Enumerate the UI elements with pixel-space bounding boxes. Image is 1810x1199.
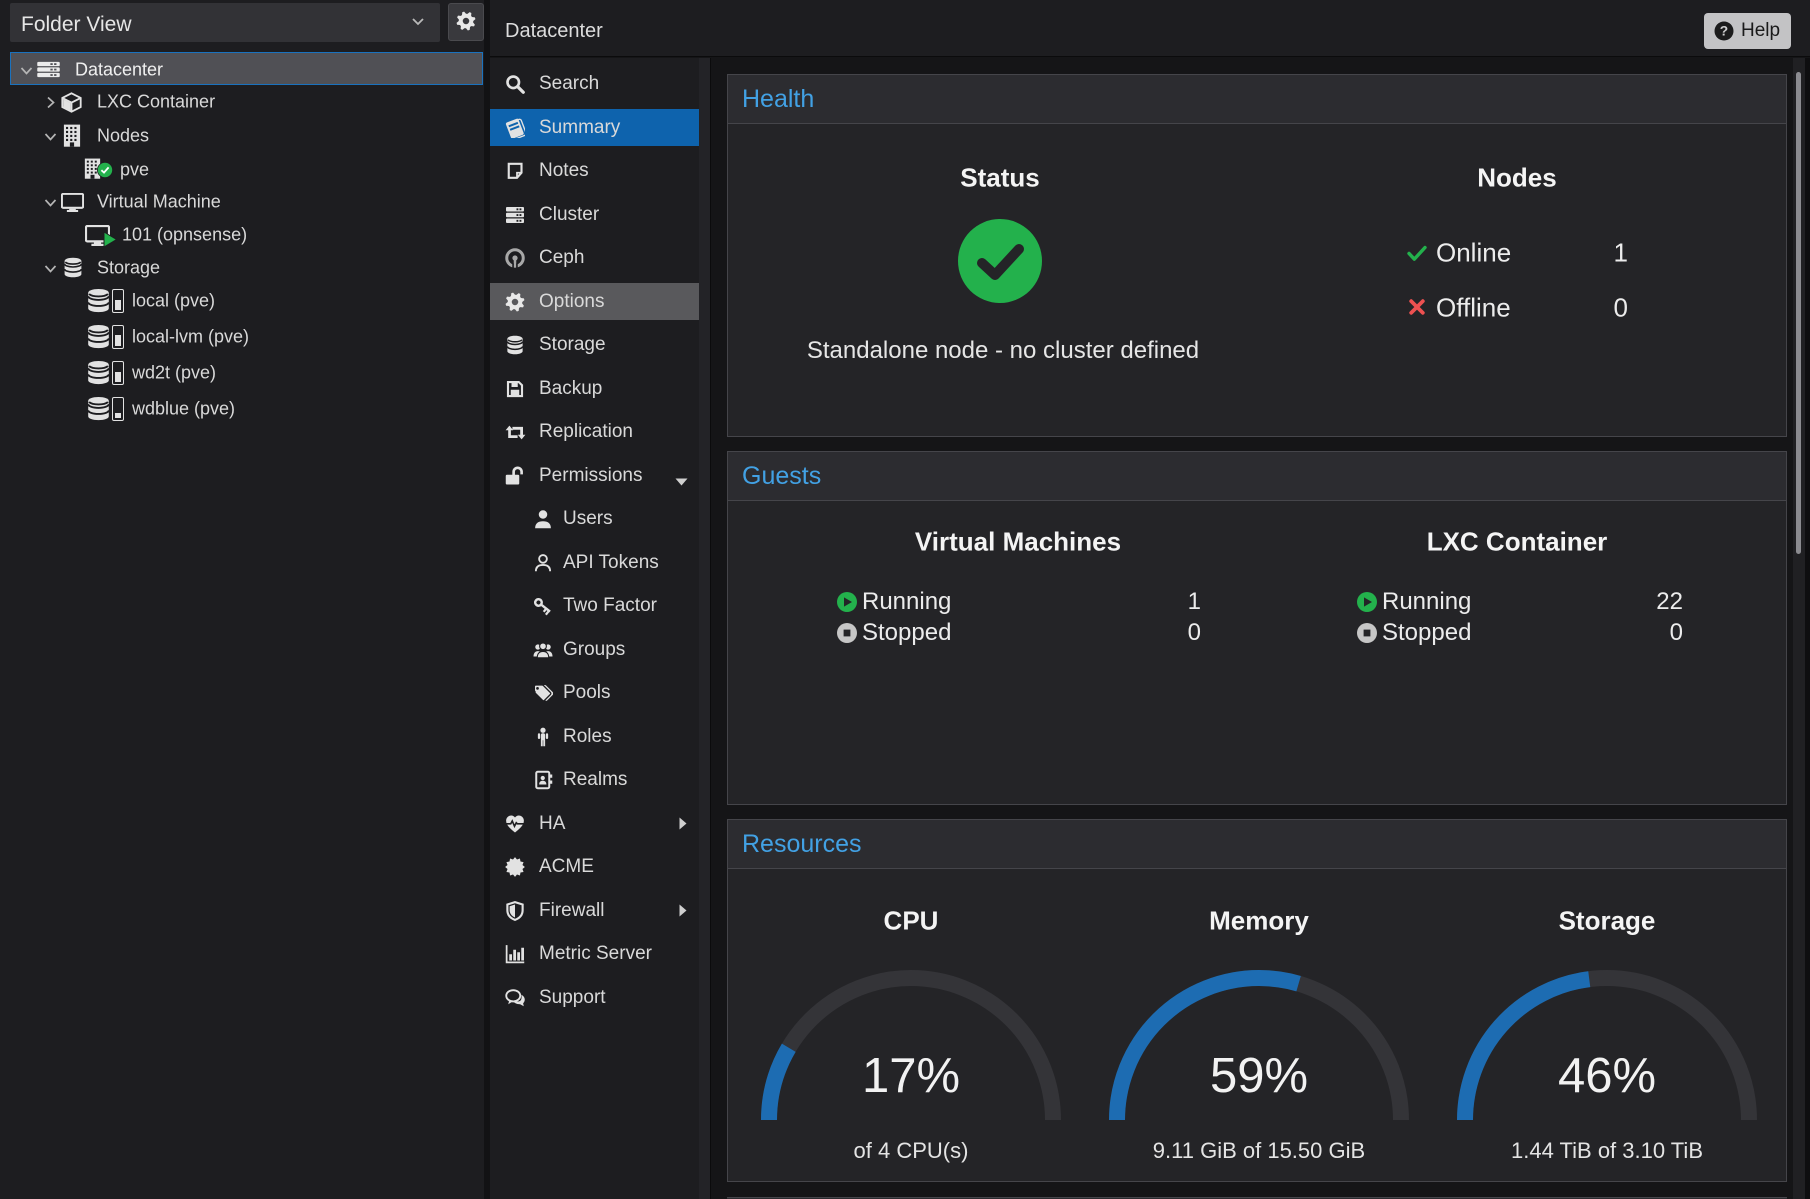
svg-text:?: ? (1720, 24, 1728, 39)
